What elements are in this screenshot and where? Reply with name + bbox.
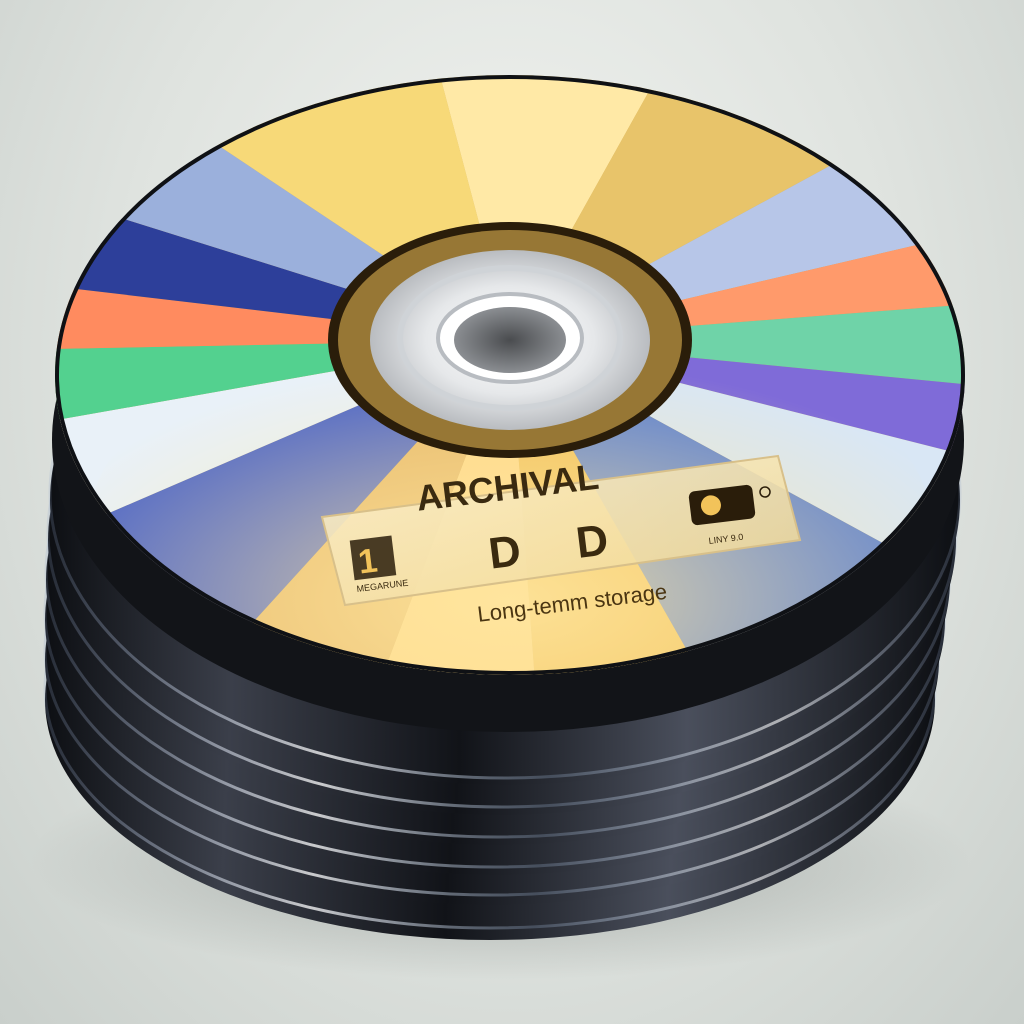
disc-stack-scene: 1 ARCHIVAL D D MEGARUNE LINY 9.0 Long-te…: [0, 0, 1024, 1024]
disc-stack-illustration: 1: [30, 75, 970, 980]
disc-hub: [328, 222, 692, 458]
number-one-logo: 1: [349, 535, 397, 582]
